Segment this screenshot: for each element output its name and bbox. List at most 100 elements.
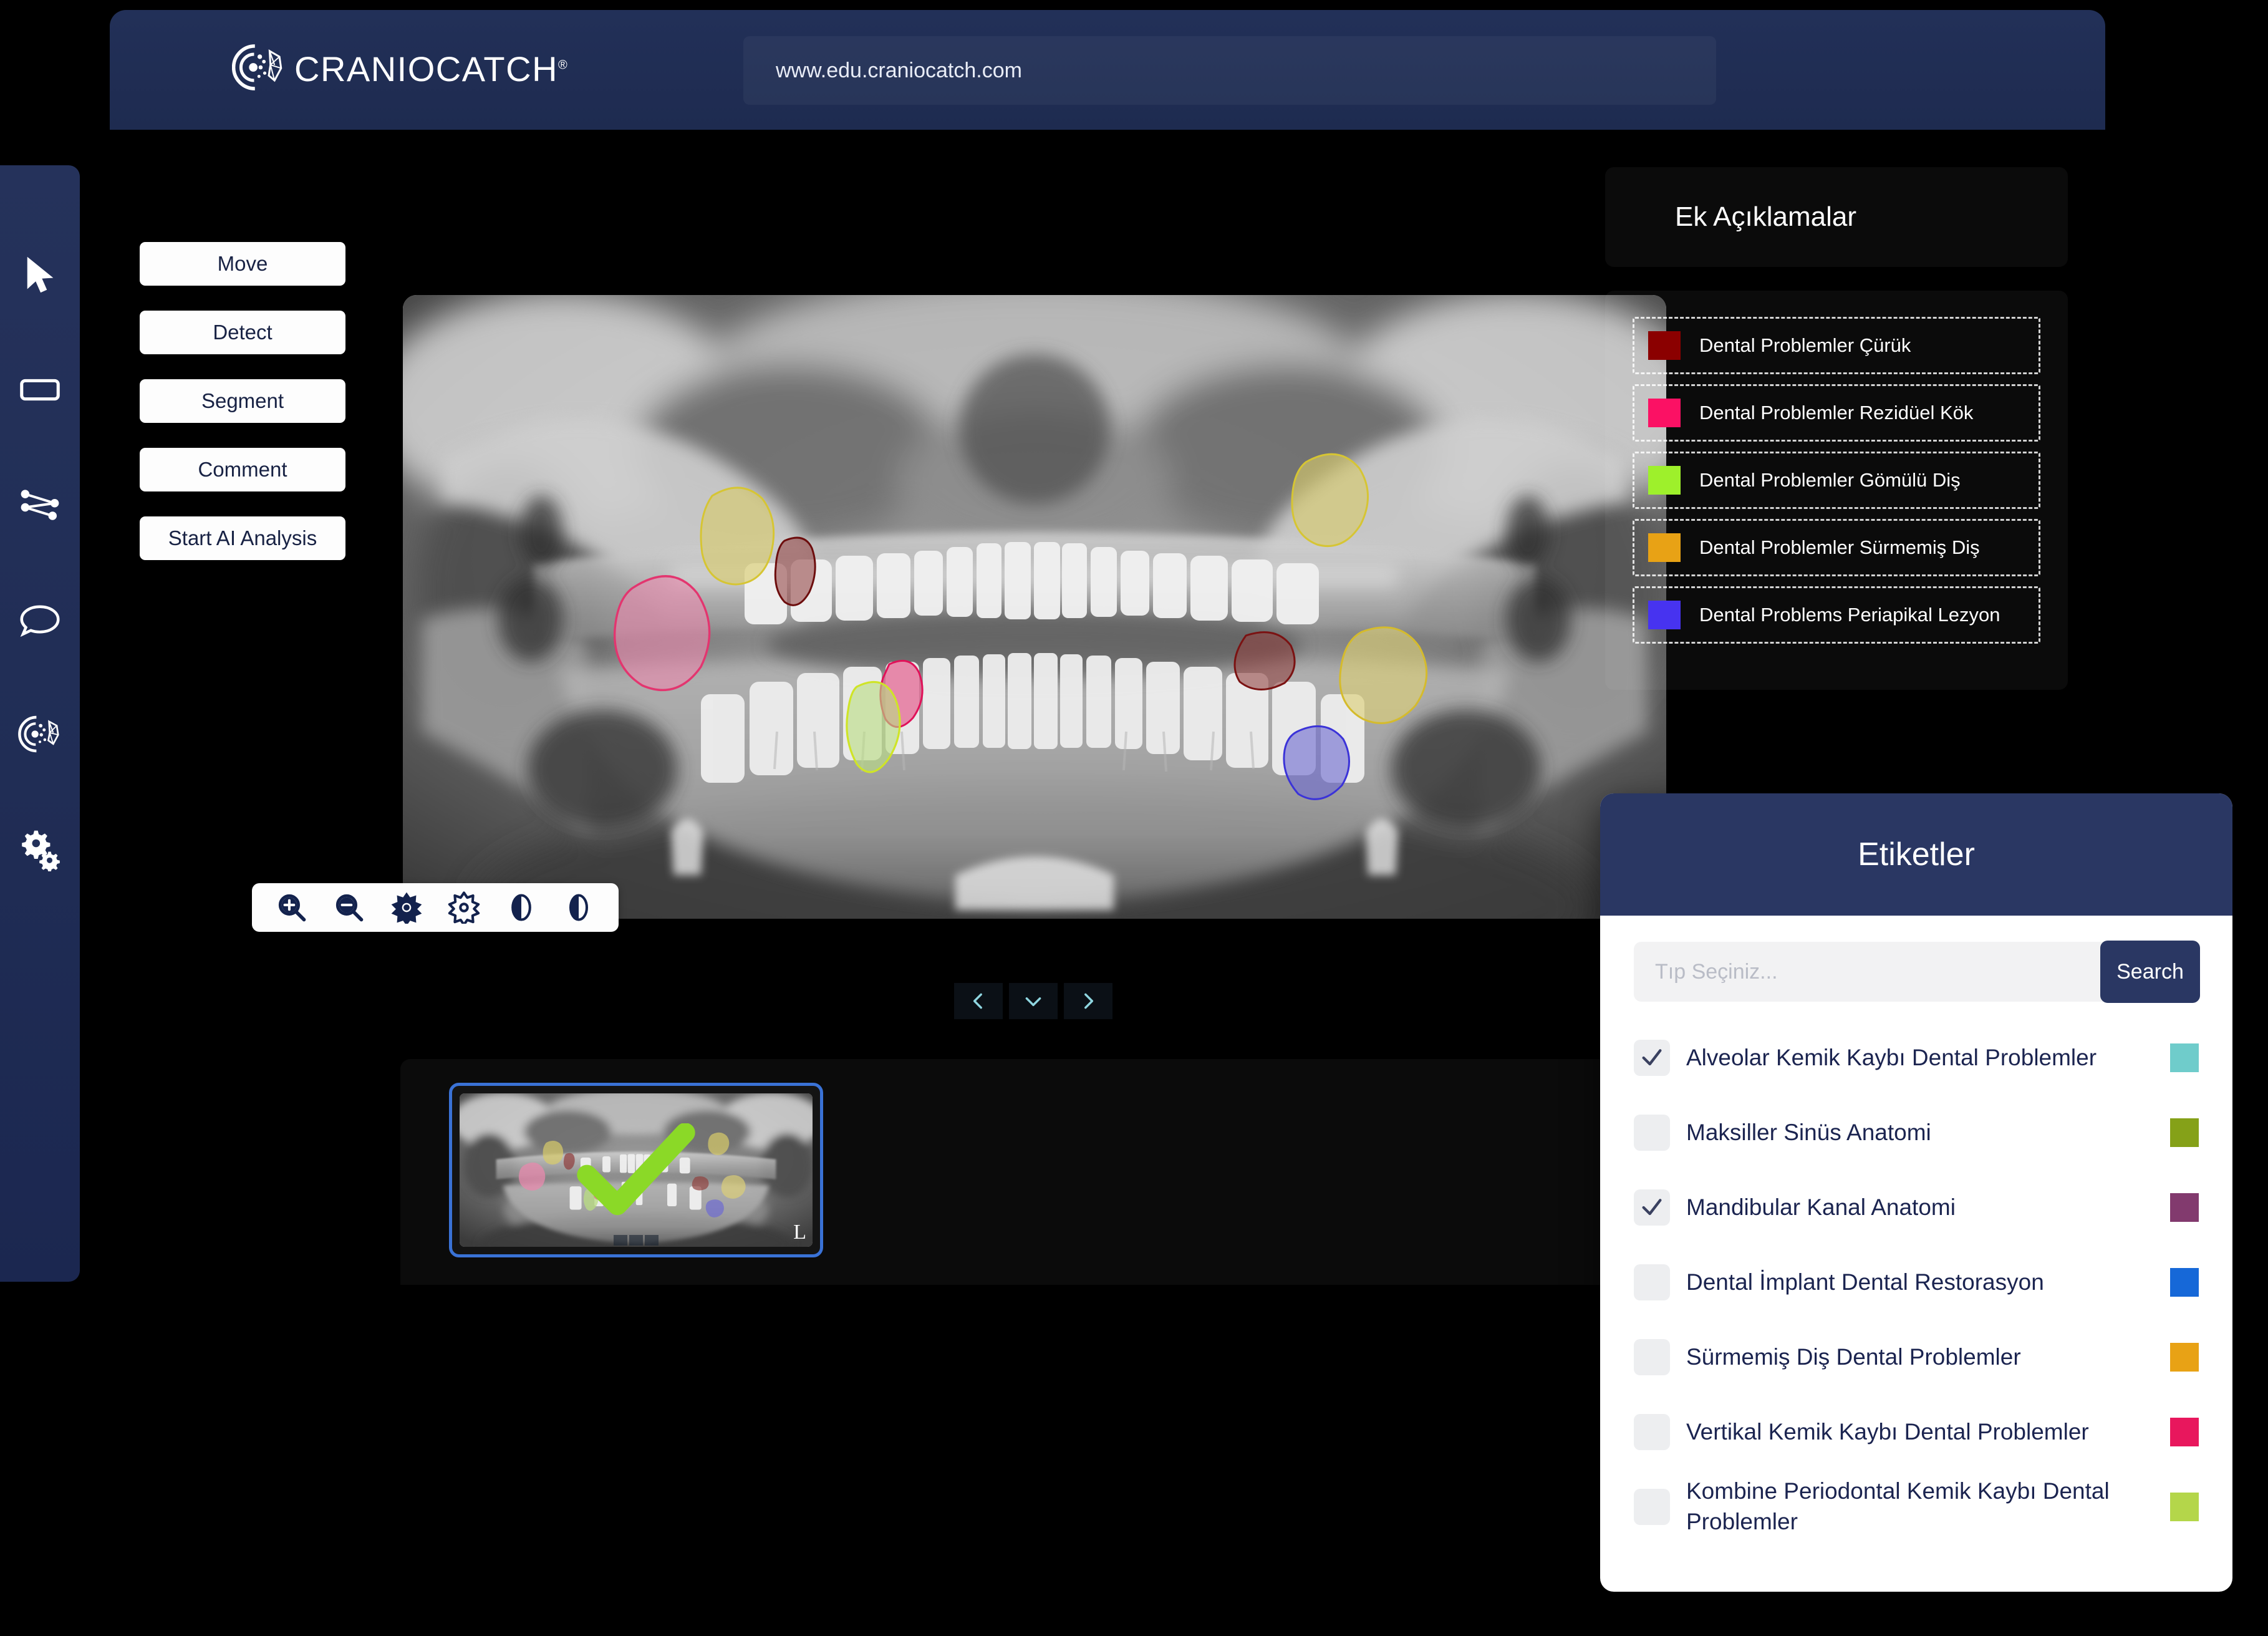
tags-panel-header: Etiketler: [1600, 793, 2232, 916]
tag-color-swatch: [2170, 1268, 2199, 1297]
url-bar[interactable]: www.edu.craniocatch.com: [743, 36, 1716, 105]
contrast-icon[interactable]: [493, 888, 550, 927]
tag-label: Mandibular Kanal Anatomi: [1686, 1194, 1956, 1220]
image-navigation: [954, 983, 1112, 1019]
tag-label: Alveolar Kemik Kaybı Dental Problemler: [1686, 1044, 2097, 1070]
next-image-button[interactable]: [1064, 983, 1112, 1019]
tag-checkbox[interactable]: [1634, 1414, 1670, 1450]
url-text: www.edu.craniocatch.com: [776, 58, 1022, 82]
craniocatch-logo-icon: [232, 41, 284, 94]
annotation-periapikal-lezyon[interactable]: [1283, 725, 1350, 800]
tag-row-maksiller-sinus[interactable]: Maksiller Sinüs Anatomi: [1634, 1095, 2199, 1170]
registered-mark: ®: [558, 57, 569, 72]
green-check-icon: [577, 1123, 695, 1216]
move-button[interactable]: Move: [140, 242, 345, 286]
tag-list: Alveolar Kemik Kaybı Dental Problemler M…: [1634, 1020, 2199, 1544]
tag-label: Maksiller Sinüs Anatomi: [1686, 1119, 1931, 1145]
brand-name: CRANIOCATCH®: [294, 49, 569, 89]
tag-color-swatch: [2170, 1043, 2199, 1072]
cursor-arrow-icon[interactable]: [17, 253, 62, 298]
tag-row-surmemis-dis[interactable]: Sürmemiş Diş Dental Problemler: [1634, 1320, 2199, 1395]
tags-panel-body: Search Alveolar Kemik Kaybı Dental Probl…: [1600, 916, 2232, 1544]
contrast-half-icon[interactable]: [550, 888, 607, 927]
tag-checkbox[interactable]: [1634, 1115, 1670, 1151]
tag-color-swatch: [2170, 1493, 2199, 1521]
zoom-in-icon[interactable]: [263, 888, 321, 927]
craniocatch-ai-icon[interactable]: [17, 712, 62, 757]
tag-color-swatch: [2170, 1343, 2199, 1372]
tag-label: Vertikal Kemik Kaybı Dental Problemler: [1686, 1418, 2089, 1445]
legend-swatch: [1648, 331, 1681, 360]
legend-swatch: [1648, 601, 1681, 629]
tags-panel: Etiketler Search Alveolar Kemik Kaybı De…: [1600, 793, 2232, 1592]
thumbnail-nav-dots: [614, 1235, 659, 1246]
panoramic-xray-image: [403, 295, 1666, 919]
tag-checkbox[interactable]: [1634, 1264, 1670, 1300]
gears-icon[interactable]: [17, 826, 62, 871]
tag-row-kombine-periodontal[interactable]: Kombine Periodontal Kemik Kaybı Dental P…: [1634, 1469, 2199, 1544]
legend-label: Dental Problems Periapikal Lezyon: [1699, 604, 2000, 626]
legend-item-curuk[interactable]: Dental Problemler Çürük: [1633, 317, 2040, 374]
legend-swatch: [1648, 399, 1681, 427]
tag-row-vertikal-kemik-kaybi[interactable]: Vertikal Kemik Kaybı Dental Problemler: [1634, 1395, 2199, 1469]
thumb-nav-next[interactable]: [645, 1235, 659, 1246]
annotations-panel-title: Ek Açıklamalar: [1675, 201, 1856, 232]
tag-checkbox[interactable]: [1634, 1040, 1670, 1076]
legend-label: Dental Problemler Çürük: [1699, 334, 1911, 356]
segment-button[interactable]: Segment: [140, 379, 345, 423]
tag-color-swatch: [2170, 1118, 2199, 1147]
xray-viewer[interactable]: L: [403, 295, 1666, 919]
thumb-nav-prev[interactable]: [614, 1235, 627, 1246]
legend-label: Dental Problemler Gömülü Diş: [1699, 469, 1961, 491]
legend-item-periapikal-lezyon[interactable]: Dental Problems Periapikal Lezyon: [1633, 586, 2040, 644]
tag-search-button[interactable]: Search: [2100, 941, 2200, 1003]
left-tool-rail: [0, 165, 80, 1282]
annotations-panel-header: Ek Açıklamalar: [1605, 167, 2068, 267]
tag-color-swatch: [2170, 1418, 2199, 1446]
legend-item-rezidual-kok[interactable]: Dental Problemler Rezidüel Kök: [1633, 384, 2040, 442]
brightness-down-icon[interactable]: [435, 888, 493, 927]
comment-button[interactable]: Comment: [140, 448, 345, 491]
zoom-out-icon[interactable]: [321, 888, 378, 927]
thumbnail-image: L: [460, 1093, 813, 1247]
tag-search-row: Search: [1634, 941, 2200, 1003]
brightness-up-icon[interactable]: [378, 888, 435, 927]
thumbnail-tray: L: [400, 1059, 1667, 1285]
legend-item-surmemis-dis[interactable]: Dental Problemler Sürmemiş Diş: [1633, 519, 2040, 576]
comment-bubble-icon[interactable]: [17, 597, 62, 642]
expand-list-button[interactable]: [1009, 983, 1058, 1019]
tag-checkbox[interactable]: [1634, 1489, 1670, 1525]
rectangle-icon[interactable]: [17, 367, 62, 412]
tag-label: Kombine Periodontal Kemik Kaybı Dental P…: [1686, 1478, 2110, 1534]
previous-image-button[interactable]: [954, 983, 1003, 1019]
annotation-curuk-right[interactable]: [1233, 631, 1296, 690]
annotation-rezidual-kok-large[interactable]: [614, 575, 711, 691]
tag-row-dental-implant[interactable]: Dental İmplant Dental Restorasyon: [1634, 1245, 2199, 1320]
legend-card: Dental Problemler Çürük Dental Problemle…: [1605, 291, 2068, 690]
legend-label: Dental Problemler Rezidüel Kök: [1699, 402, 1974, 424]
legend-swatch: [1648, 533, 1681, 562]
tag-row-mandibular-kanal[interactable]: Mandibular Kanal Anatomi: [1634, 1170, 2199, 1245]
legend-swatch: [1648, 466, 1681, 495]
tag-color-swatch: [2170, 1193, 2199, 1222]
legend-item-gomulu-dis[interactable]: Dental Problemler Gömülü Diş: [1633, 452, 2040, 509]
brand-logo: CRANIOCATCH®: [232, 41, 568, 94]
screen-root: CRANIOCATCH® www.edu.craniocatch.com Mov…: [0, 0, 2268, 1636]
tag-label: Sürmemiş Diş Dental Problemler: [1686, 1343, 2021, 1370]
thumb-nav-down[interactable]: [629, 1235, 643, 1246]
start-ai-analysis-button[interactable]: Start AI Analysis: [140, 516, 345, 560]
polyline-icon[interactable]: [17, 482, 62, 527]
top-bar: CRANIOCATCH® www.edu.craniocatch.com: [110, 10, 2105, 130]
tag-checkbox[interactable]: [1634, 1189, 1670, 1226]
action-button-column: Move Detect Segment Comment Start AI Ana…: [140, 242, 345, 560]
tag-checkbox[interactable]: [1634, 1339, 1670, 1375]
annotation-surmemis-dis-upper-left[interactable]: [700, 486, 775, 586]
thumbnail-orientation-marker: L: [793, 1221, 806, 1244]
detect-button[interactable]: Detect: [140, 311, 345, 354]
thumbnail-item-selected[interactable]: L: [449, 1083, 823, 1257]
tag-row-alveolar-kemik-kaybi[interactable]: Alveolar Kemik Kaybı Dental Problemler: [1634, 1020, 2199, 1095]
image-tools-bar: [252, 883, 619, 932]
annotation-surmemis-dis-lower-right[interactable]: [1339, 626, 1428, 724]
legend-label: Dental Problemler Sürmemiş Diş: [1699, 536, 1980, 558]
tags-panel-title: Etiketler: [1858, 836, 1975, 873]
